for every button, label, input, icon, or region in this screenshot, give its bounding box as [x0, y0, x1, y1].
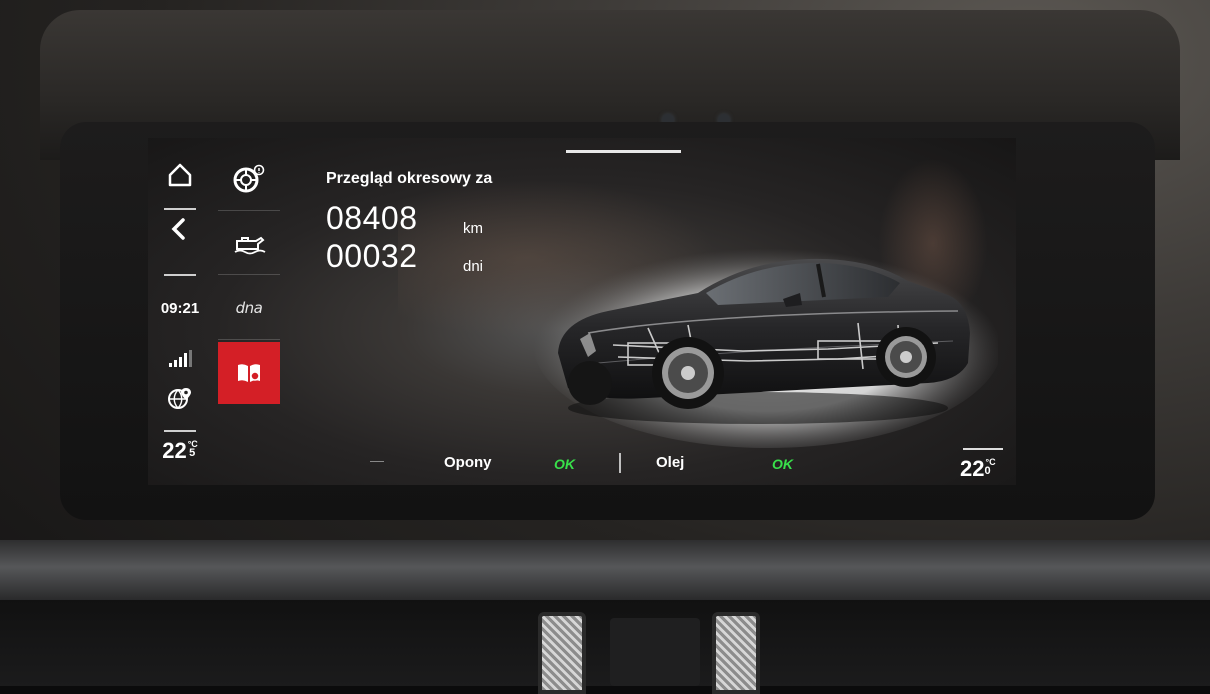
- back-arrow-icon[interactable]: [148, 216, 212, 246]
- background-photo: 09:21 22 °C 5 dna Przegląd okresowy za 0…: [0, 0, 1210, 694]
- status-divider: [619, 453, 621, 473]
- vent-center: [610, 618, 700, 686]
- oil-status: OK: [772, 456, 793, 472]
- temperature-right[interactable]: 22 °C 0: [960, 456, 996, 482]
- dna-label: dna: [235, 299, 263, 317]
- days-remaining-value: 00032: [326, 238, 418, 274]
- dashboard-lower: [0, 600, 1210, 686]
- service-title: Przegląd okresowy za: [326, 170, 493, 187]
- tire-service-icon: [233, 164, 265, 193]
- days-unit: dni: [463, 258, 484, 275]
- oil-level-button[interactable]: [218, 212, 280, 275]
- temperature-decimal: 0: [984, 465, 991, 477]
- front-wheel: [652, 337, 724, 409]
- signal-bars-icon: [148, 350, 212, 373]
- vent-knob-left: [538, 612, 586, 694]
- dashboard-trim: [0, 540, 1210, 600]
- divider: [164, 430, 196, 432]
- function-menu: dna: [218, 138, 280, 485]
- divider: [963, 448, 1003, 450]
- infotainment-screen: 09:21 22 °C 5 dna Przegląd okresowy za 0…: [148, 138, 1016, 485]
- km-unit: km: [463, 220, 483, 237]
- divider: [370, 461, 384, 462]
- globe-pin-icon[interactable]: [148, 386, 212, 415]
- dna-button[interactable]: dna: [218, 277, 280, 340]
- tires-status: OK: [554, 456, 575, 472]
- car-chassis-illustration: [533, 238, 998, 448]
- page-indicator: [566, 150, 681, 153]
- rear-wheel: [876, 327, 936, 387]
- manual-book-icon: [238, 364, 260, 382]
- divider: [164, 274, 196, 276]
- oil-level-icon: [234, 236, 266, 255]
- vent-knob-right: [712, 612, 760, 694]
- tires-label: Opony: [444, 454, 492, 471]
- status-bar: Opony OK Olej OK: [148, 443, 1016, 483]
- manual-book-button[interactable]: [218, 342, 280, 404]
- temperature-integer: 22: [960, 456, 985, 481]
- km-remaining-value: 08408: [326, 200, 418, 236]
- clock: 09:21: [160, 300, 200, 317]
- divider: [164, 208, 196, 210]
- oil-label: Olej: [656, 454, 685, 471]
- home-icon[interactable]: [148, 162, 212, 192]
- tire-service-button[interactable]: [218, 148, 280, 211]
- left-status-column: 09:21 22 °C 5: [148, 138, 212, 485]
